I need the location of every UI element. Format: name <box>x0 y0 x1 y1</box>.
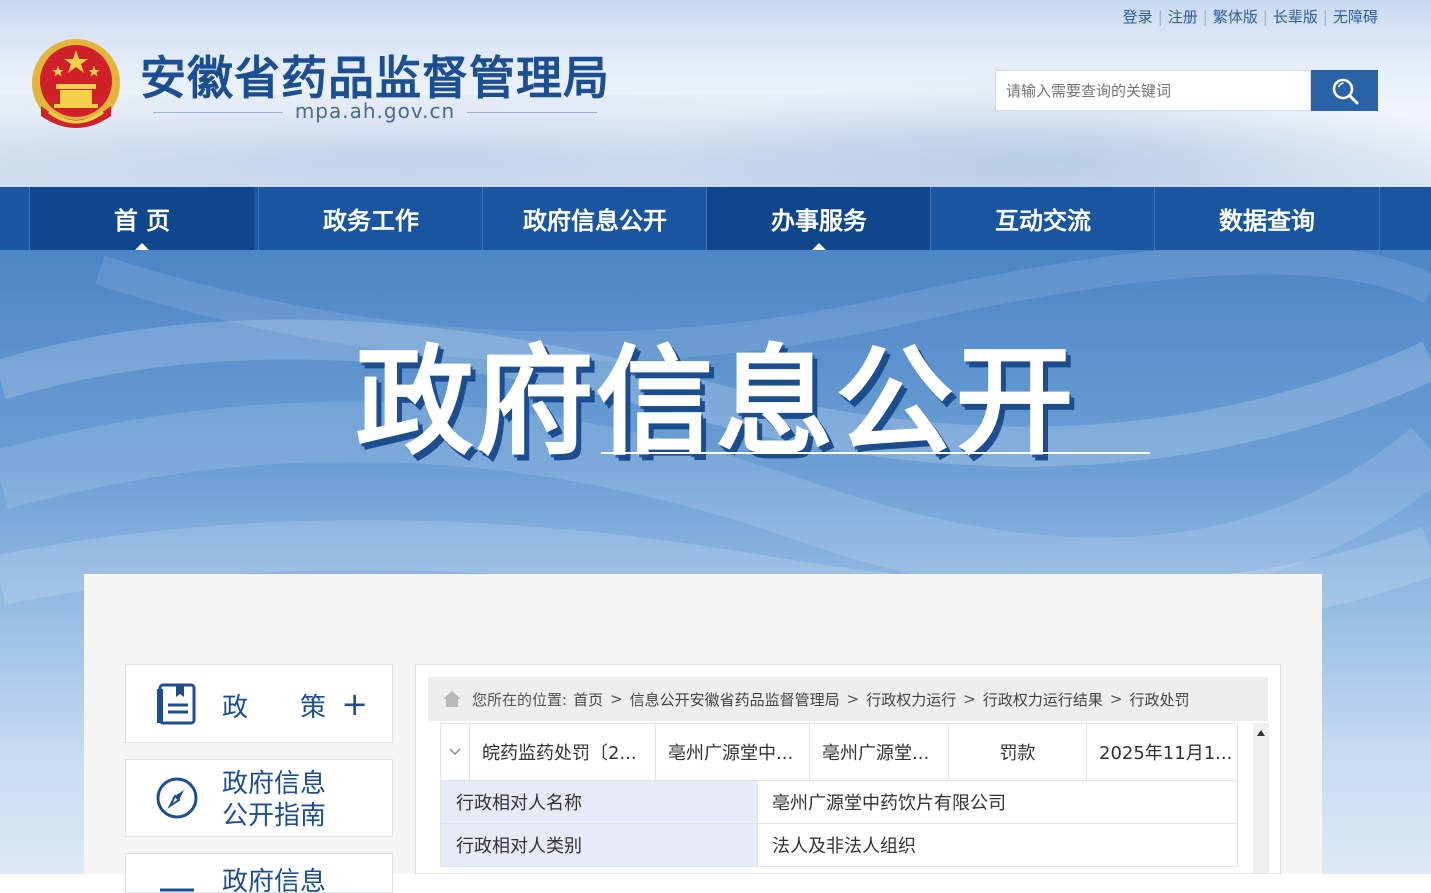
top-links: 登录 | 注册 | 繁体版 | 长辈版 | 无障碍 <box>1123 6 1378 27</box>
nav-services[interactable]: 办事服务 <box>706 187 931 250</box>
breadcrumb-prefix: 您所在的位置: <box>472 690 568 709</box>
breadcrumb-separator: > <box>610 690 623 708</box>
sidebar-item-policy[interactable]: 政 策 + <box>125 664 393 743</box>
national-emblem-icon[interactable] <box>29 36 123 134</box>
home-icon <box>443 691 461 707</box>
nav-interaction[interactable]: 互动交流 <box>930 187 1155 250</box>
main-panel: 您所在的位置: 首页 > 信息公开安徽省药品监督管理局 > 行政权力运行 > 行… <box>415 664 1281 874</box>
nav-data-query-label: 数据查询 <box>1219 207 1315 235</box>
site-domain: mpa.ah.gov.cn <box>140 99 610 123</box>
breadcrumb-home[interactable]: 首页 <box>573 689 603 710</box>
expand-plus-icon[interactable]: + <box>341 685 368 723</box>
register-link[interactable]: 注册 <box>1168 8 1198 26</box>
domain-rule-left <box>152 112 283 113</box>
sidebar-item-label-line2: 公开指南 <box>222 801 327 831</box>
breadcrumb-separator: > <box>963 690 976 708</box>
detail-value: 法人及非法人组织 <box>757 824 916 866</box>
document-icon <box>160 888 194 892</box>
penalty-type-cell: 罚款 <box>948 724 1086 780</box>
party-short-cell: 亳州广源堂... <box>809 724 948 780</box>
party-name-cell: 亳州广源堂中... <box>655 724 809 780</box>
sidebar-item-guide[interactable]: 政府信息 公开指南 <box>125 759 393 837</box>
domain-rule-right <box>467 112 598 113</box>
nav-government-affairs[interactable]: 政务工作 <box>258 187 483 250</box>
chevron-down-icon <box>449 748 461 755</box>
search-input[interactable] <box>995 70 1311 111</box>
sidebar-item-label: 政府信息 公开指南 <box>222 768 326 832</box>
document-icon <box>157 683 196 725</box>
detail-row: 行政相对人类别 法人及非法人组织 <box>440 824 1238 867</box>
scroll-up-arrow-icon[interactable] <box>1257 730 1265 736</box>
nav-services-label: 办事服务 <box>771 207 867 235</box>
site-domain-text: mpa.ah.gov.cn <box>294 99 456 123</box>
sidebar-item-label: 政府信息 <box>222 867 327 893</box>
scrollbar[interactable] <box>1253 723 1269 873</box>
nav-home-label: 首 页 <box>113 207 171 235</box>
nav-information-disclosure-label: 政府信息公开 <box>523 207 667 235</box>
breadcrumb-admin-power-results[interactable]: 行政权力运行结果 <box>983 689 1103 710</box>
top-link-divider: | <box>1262 8 1268 26</box>
detail-row: 行政相对人名称 亳州广源堂中药饮片有限公司 <box>440 781 1238 824</box>
nav-home[interactable]: 首 页 <box>29 187 254 250</box>
breadcrumb-penalty[interactable]: 行政处罚 <box>1129 689 1189 710</box>
sidebar-item-label: 政 策 <box>222 693 327 723</box>
accessibility-link[interactable]: 无障碍 <box>1333 8 1378 26</box>
login-link[interactable]: 登录 <box>1123 8 1153 26</box>
nav-data-query[interactable]: 数据查询 <box>1154 187 1380 250</box>
decision-date-cell: 2025年11月1... <box>1086 724 1238 780</box>
compass-icon <box>156 777 198 819</box>
elder-version-link[interactable]: 长辈版 <box>1273 8 1318 26</box>
breadcrumb: 您所在的位置: 首页 > 信息公开安徽省药品监督管理局 > 行政权力运行 > 行… <box>428 677 1268 721</box>
breadcrumb-admin-power[interactable]: 行政权力运行 <box>866 689 956 710</box>
traditional-chinese-link[interactable]: 繁体版 <box>1213 8 1258 26</box>
breadcrumb-disclosure[interactable]: 信息公开安徽省药品监督管理局 <box>630 689 840 710</box>
site-header: 登录 | 注册 | 繁体版 | 长辈版 | 无障碍 安徽省药品监督管理局 mpa.ah.gov.… <box>0 0 1431 187</box>
breadcrumb-separator: > <box>1109 690 1123 708</box>
nav-interaction-label: 互动交流 <box>995 207 1091 235</box>
content-area: 政 策 + 政府信息 公开指南 政府信息 您所在的位置: 首页 > 信息公开安徽… <box>84 574 1322 893</box>
table-row[interactable]: 皖药监药处罚〔2... 亳州广源堂中... 亳州广源堂... 罚款 2025年1… <box>440 723 1238 781</box>
nav-government-affairs-label: 政务工作 <box>323 207 419 235</box>
decision-number-cell: 皖药监药处罚〔2... <box>469 724 655 780</box>
top-link-divider: | <box>1157 8 1163 26</box>
detail-key: 行政相对人名称 <box>441 781 757 823</box>
main-nav: 首 页 政务工作 政府信息公开 办事服务 互动交流 数据查询 <box>0 187 1431 250</box>
active-caret-icon <box>135 243 149 250</box>
row-expand-toggle[interactable] <box>441 724 469 780</box>
nav-information-disclosure[interactable]: 政府信息公开 <box>482 187 707 250</box>
top-link-divider: | <box>1322 8 1328 26</box>
sidebar-item-info[interactable]: 政府信息 <box>125 853 393 893</box>
active-caret-icon <box>812 243 826 250</box>
breadcrumb-separator: > <box>846 690 860 708</box>
top-link-divider: | <box>1202 8 1208 26</box>
detail-key: 行政相对人类别 <box>441 824 757 866</box>
detail-value: 亳州广源堂中药饮片有限公司 <box>757 781 1006 823</box>
search-icon <box>1332 78 1358 104</box>
search-button[interactable] <box>1311 70 1378 111</box>
banner-underline <box>601 452 1150 454</box>
sidebar-item-label-line1: 政府信息 <box>222 769 327 799</box>
